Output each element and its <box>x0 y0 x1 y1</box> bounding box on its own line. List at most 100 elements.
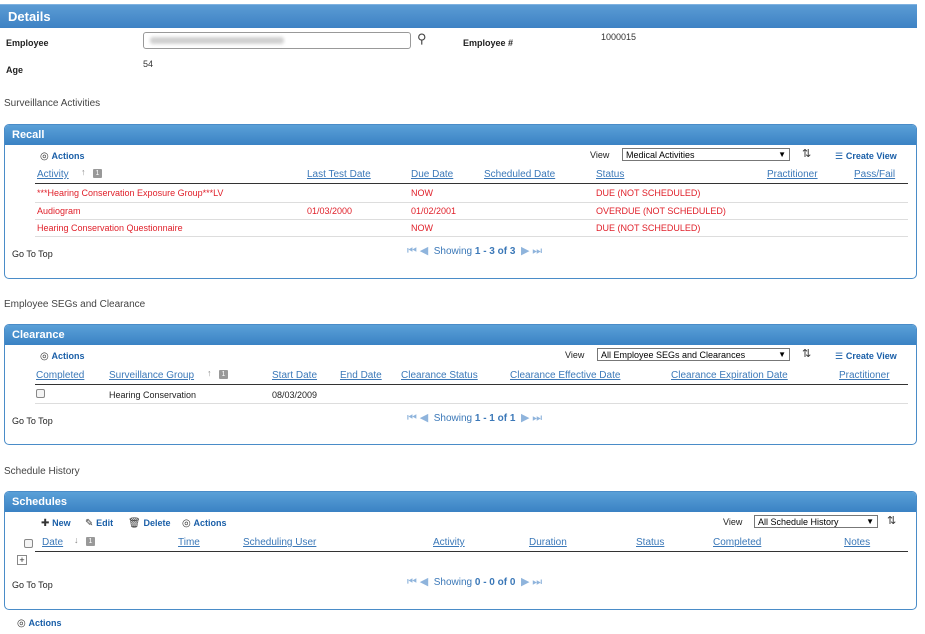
schedules-actions-label: Actions <box>193 518 227 528</box>
first-page-icon[interactable]: ⏮ <box>407 412 417 424</box>
clearance-view-select[interactable]: All Employee SEGs and Clearances ▼ <box>597 348 790 361</box>
col-activity[interactable]: Activity <box>37 169 69 180</box>
showing-label: Showing <box>433 246 473 257</box>
clearance-actions[interactable]: ◎ Actions <box>40 351 85 362</box>
showing-label: Showing <box>433 577 473 588</box>
next-page-icon[interactable]: ▶ <box>521 576 529 588</box>
create-view-icon: ☰ <box>835 351 844 361</box>
col-time[interactable]: Time <box>178 537 200 548</box>
recall-row-2-activity[interactable]: Audiogram <box>37 206 81 216</box>
actions-icon: ◎ <box>40 151 49 162</box>
col-end-date[interactable]: End Date <box>340 370 382 381</box>
col-duration[interactable]: Duration <box>529 537 567 548</box>
delete-label: Delete <box>143 518 171 528</box>
recall-view-value: Medical Activities <box>626 150 695 160</box>
recall-row-1-activity[interactable]: ***Hearing Conservation Exposure Group**… <box>37 188 223 198</box>
col-completed[interactable]: Completed <box>713 537 761 548</box>
select-all-checkbox[interactable] <box>24 539 33 548</box>
clearance-actions-label: Actions <box>51 351 85 361</box>
col-notes[interactable]: Notes <box>844 537 870 548</box>
col-completed[interactable]: Completed <box>36 370 84 381</box>
clearance-panel: Clearance ◎ Actions View All Employee SE… <box>4 324 917 445</box>
schedules-pager: ⏮ ◀ Showing 0 - 0 of 0 ▶ ⏭ <box>407 575 542 589</box>
col-clearance-expiration-date[interactable]: Clearance Expiration Date <box>671 370 788 381</box>
actions-icon: ◎ <box>182 518 191 529</box>
schedules-panel: Schedules ✚ New ✎ Edit 🗑 Delete ◎ Action… <box>4 491 917 610</box>
sort-ascending-icon[interactable]: ↑ <box>207 368 212 378</box>
column-settings-icon[interactable]: ⇅ <box>802 147 811 160</box>
recall-create-view[interactable]: ☰ Create View <box>835 151 897 162</box>
sort-order-badge: 1 <box>86 537 95 546</box>
first-page-icon[interactable]: ⏮ <box>407 576 417 588</box>
schedules-view-label: View <box>723 517 743 527</box>
next-page-icon[interactable]: ▶ <box>521 412 529 424</box>
recall-view-select[interactable]: Medical Activities ▼ <box>622 148 790 161</box>
clearance-view-label: View <box>565 350 585 360</box>
col-clearance-status[interactable]: Clearance Status <box>401 370 478 381</box>
clearance-create-view[interactable]: ☰ Create View <box>835 351 897 362</box>
details-header: Details <box>0 4 917 28</box>
col-practitioner[interactable]: Practitioner <box>767 169 818 180</box>
recall-go-to-top[interactable]: Go To Top <box>12 249 53 259</box>
recall-title: Recall <box>12 129 45 141</box>
recall-actions[interactable]: ◎ Actions <box>40 151 85 162</box>
last-page-icon[interactable]: ⏭ <box>532 576 542 588</box>
completed-checkbox[interactable] <box>36 389 45 398</box>
clearance-go-to-top[interactable]: Go To Top <box>12 416 53 426</box>
col-status[interactable]: Status <box>596 169 624 180</box>
col-practitioner[interactable]: Practitioner <box>839 370 890 381</box>
delete-button[interactable]: 🗑 Delete <box>128 518 171 529</box>
new-button[interactable]: ✚ New <box>41 518 71 529</box>
recall-row-2-due: 01/02/2001 <box>411 206 457 216</box>
schedules-go-to-top[interactable]: Go To Top <box>12 580 53 590</box>
col-scheduling-user[interactable]: Scheduling User <box>243 537 316 548</box>
header-divider <box>35 551 908 552</box>
prev-page-icon[interactable]: ◀ <box>420 245 428 257</box>
edit-button[interactable]: ✎ Edit <box>85 518 113 529</box>
clearance-row-group[interactable]: Hearing Conservation <box>109 390 196 400</box>
col-pass-fail[interactable]: Pass/Fail <box>854 169 895 180</box>
recall-row-3-due: NOW <box>411 223 433 233</box>
showing-range: 0 - 0 of 0 <box>474 577 516 588</box>
employee-field[interactable] <box>143 32 411 49</box>
recall-row-3-status: DUE (NOT SCHEDULED) <box>596 223 701 233</box>
employee-number-value: 1000015 <box>601 32 637 42</box>
expand-icon[interactable]: + <box>17 555 27 565</box>
footer-actions[interactable]: ◎ Actions <box>17 618 62 629</box>
search-icon[interactable]: ⚲ <box>417 31 427 47</box>
col-activity[interactable]: Activity <box>433 537 465 548</box>
last-page-icon[interactable]: ⏭ <box>532 412 542 424</box>
chevron-down-icon: ▼ <box>778 350 786 359</box>
recall-panel-header: Recall <box>5 125 916 145</box>
sort-descending-icon[interactable]: ↓ <box>74 535 79 545</box>
clearance-title: Clearance <box>12 329 65 341</box>
col-clearance-effective-date[interactable]: Clearance Effective Date <box>510 370 620 381</box>
col-due-date[interactable]: Due Date <box>411 169 453 180</box>
col-start-date[interactable]: Start Date <box>272 370 317 381</box>
chevron-down-icon: ▼ <box>778 150 786 159</box>
schedules-view-select[interactable]: All Schedule History ▼ <box>754 515 878 528</box>
details-title: Details <box>8 9 51 24</box>
column-settings-icon[interactable]: ⇅ <box>802 347 811 360</box>
col-last-test-date[interactable]: Last Test Date <box>307 169 371 180</box>
header-divider <box>35 183 908 184</box>
employee-number-label: Employee # <box>463 38 514 48</box>
employee-name-redacted <box>150 37 284 44</box>
recall-row-3-activity[interactable]: Hearing Conservation Questionnaire <box>37 223 183 233</box>
col-date[interactable]: Date <box>42 537 63 548</box>
col-surveillance-group[interactable]: Surveillance Group <box>109 370 194 381</box>
col-scheduled-date[interactable]: Scheduled Date <box>484 169 555 180</box>
sort-ascending-icon[interactable]: ↑ <box>81 167 86 177</box>
clearance-row-start: 08/03/2009 <box>272 390 318 400</box>
schedules-actions[interactable]: ◎ Actions <box>182 518 227 529</box>
last-page-icon[interactable]: ⏭ <box>532 245 542 257</box>
first-page-icon[interactable]: ⏮ <box>407 245 417 257</box>
showing-label: Showing <box>433 413 473 424</box>
column-settings-icon[interactable]: ⇅ <box>887 514 896 527</box>
prev-page-icon[interactable]: ◀ <box>420 412 428 424</box>
schedule-heading: Schedule History <box>4 466 80 477</box>
header-divider <box>35 384 908 385</box>
prev-page-icon[interactable]: ◀ <box>420 576 428 588</box>
col-status[interactable]: Status <box>636 537 664 548</box>
next-page-icon[interactable]: ▶ <box>521 245 529 257</box>
